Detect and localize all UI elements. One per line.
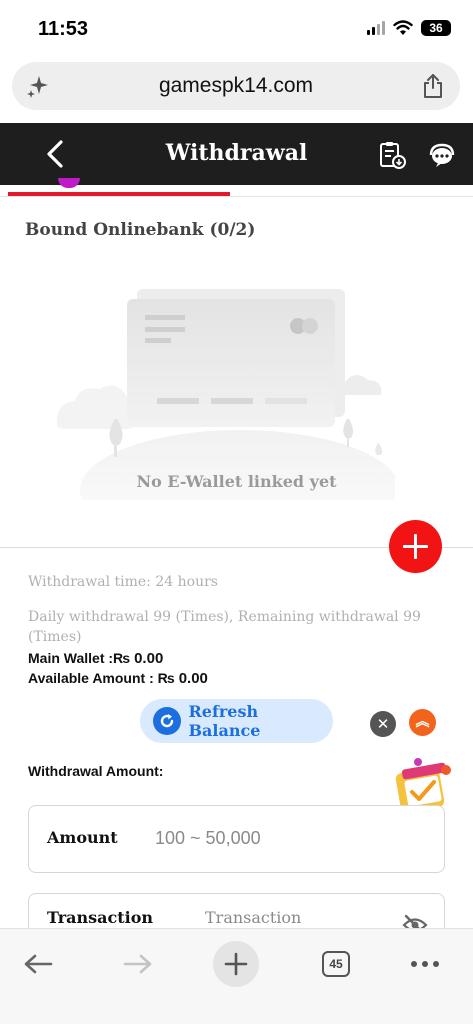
- refresh-balance-label: Refresh Balance: [188, 702, 261, 740]
- tab-divider: [0, 196, 473, 197]
- withdrawal-time-text: Withdrawal time: 24 hours: [28, 574, 218, 590]
- customer-service-icon[interactable]: [427, 140, 457, 170]
- status-icons: 36: [367, 20, 451, 36]
- signal-icon: [367, 21, 385, 35]
- browser-back-icon: [24, 954, 53, 974]
- url-text[interactable]: gamespk14.com: [12, 74, 460, 98]
- address-bar[interactable]: gamespk14.com: [12, 62, 460, 110]
- tab-badge: [58, 178, 80, 188]
- daily-withdrawal-text: Daily withdrawal 99 (Times), Remaining w…: [28, 609, 421, 645]
- amount-input[interactable]: [155, 828, 415, 849]
- tabs-button[interactable]: 45: [313, 941, 359, 987]
- bound-bank-title: Bound Onlinebank (0/2): [25, 220, 256, 240]
- new-tab-button[interactable]: [213, 941, 259, 987]
- empty-card-illustration: [56, 289, 395, 500]
- wifi-icon: [393, 20, 413, 35]
- status-bar: 11:53 36: [0, 0, 473, 58]
- status-time: 11:53: [38, 18, 89, 40]
- transaction-label: Transaction: [47, 908, 154, 927]
- available-amount-label: Available Amount : ₨: [28, 670, 179, 686]
- double-chevron-up-icon[interactable]: ︽: [409, 709, 436, 736]
- share-icon[interactable]: [422, 73, 444, 99]
- available-amount-value: 0.00: [178, 670, 208, 687]
- battery-icon: 36: [421, 20, 451, 36]
- tabs-icon: 45: [322, 951, 350, 977]
- browser-toolbar: 45: [0, 928, 473, 1024]
- close-icon[interactable]: ✕: [370, 711, 396, 737]
- new-tab-icon: [224, 952, 248, 976]
- withdraw-record-icon[interactable]: [377, 140, 407, 170]
- available-amount-row: Available Amount : ₨ 0.00: [28, 670, 208, 687]
- withdrawal-amount-title: Withdrawal Amount:: [28, 763, 164, 779]
- browser-forward-icon: [123, 954, 152, 974]
- more-icon: [411, 961, 439, 967]
- refresh-balance-button[interactable]: Refresh Balance: [140, 699, 333, 743]
- page-header: Withdrawal: [0, 123, 473, 185]
- browser-back-button[interactable]: [15, 941, 61, 987]
- browser-forward-button[interactable]: [115, 941, 161, 987]
- amount-field: Amount: [28, 805, 445, 873]
- amount-label: Amount: [47, 828, 118, 847]
- add-bank-button[interactable]: [389, 520, 442, 573]
- main-wallet-row: Main Wallet :₨ 0.00: [28, 650, 163, 667]
- empty-state-text: No E-Wallet linked yet: [136, 472, 337, 491]
- refresh-icon: [153, 707, 181, 735]
- main-wallet-value: 0.00: [134, 650, 164, 667]
- more-button[interactable]: [402, 941, 448, 987]
- main-wallet-label: Main Wallet :₨: [28, 650, 135, 666]
